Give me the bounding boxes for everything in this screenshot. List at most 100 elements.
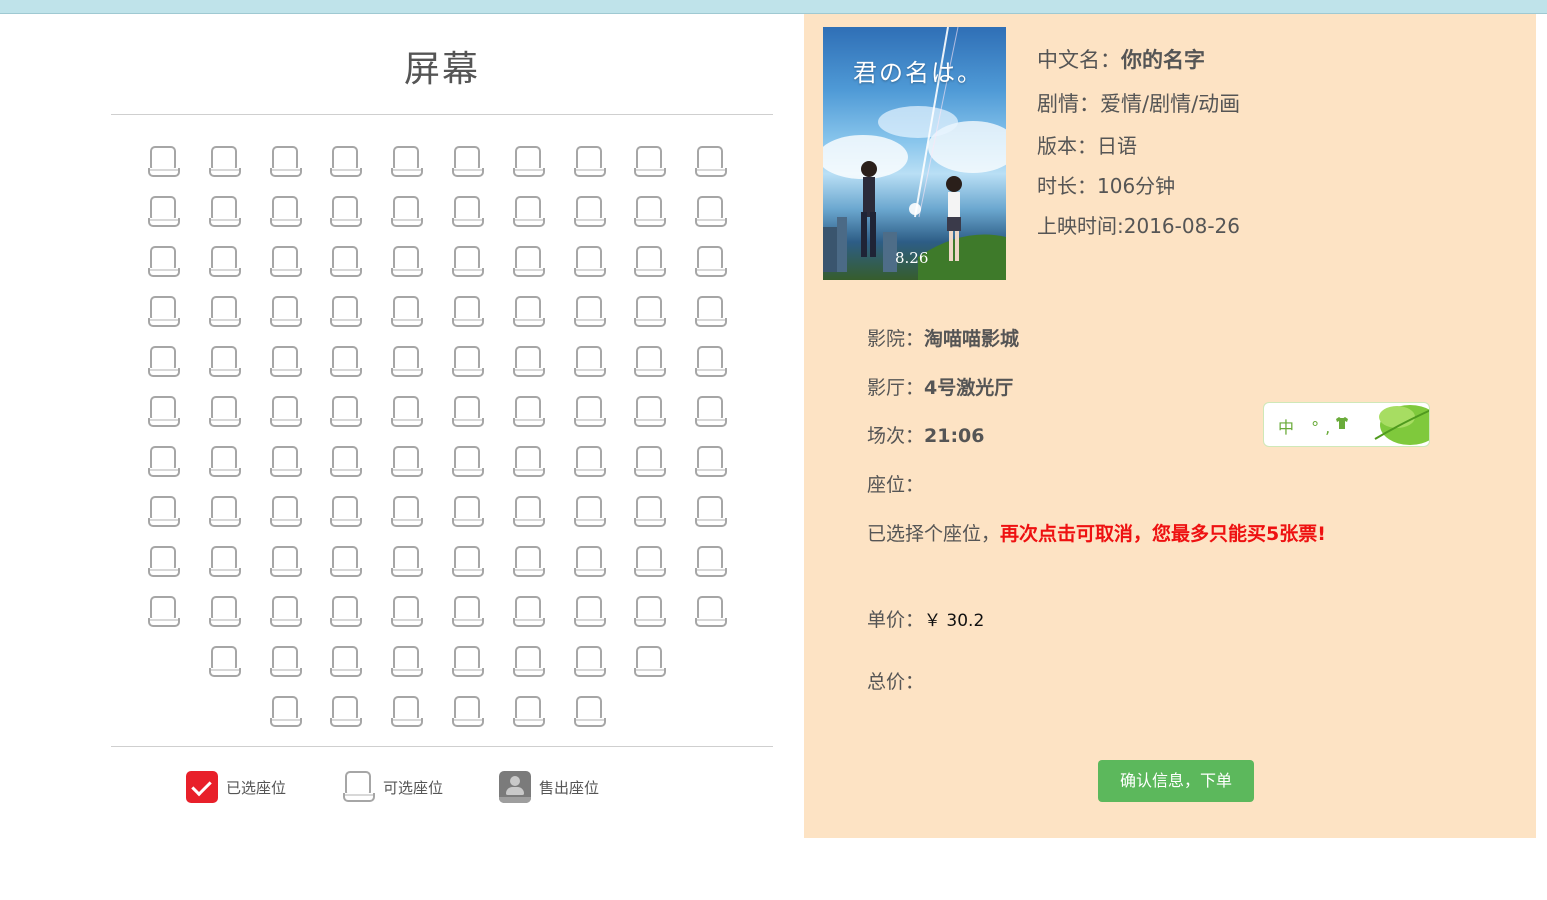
seat-r6-c9[interactable] [634, 396, 667, 428]
seat-r8-c4[interactable] [330, 496, 363, 528]
seat-r6-c7[interactable] [512, 396, 545, 428]
ime-toolbar[interactable]: 中 °, [1263, 402, 1430, 447]
seat-r10-c6[interactable] [452, 596, 484, 628]
seat-r6-c6[interactable] [452, 396, 484, 428]
seat-r6-c2[interactable] [208, 396, 241, 428]
seat-r4-c7[interactable] [512, 296, 545, 328]
seat-r9-c5[interactable] [391, 546, 424, 578]
seat-r12-c1[interactable] [269, 696, 302, 728]
seat-r11-c5[interactable] [452, 646, 484, 678]
seat-r12-c4[interactable] [452, 696, 484, 728]
seat-r1-c10[interactable] [695, 146, 728, 178]
seat-r5-c7[interactable] [512, 346, 545, 378]
seat-r11-c2[interactable] [269, 646, 302, 678]
seat-r9-c9[interactable] [634, 546, 667, 578]
seat-r6-c1[interactable] [148, 396, 180, 428]
seat-r1-c7[interactable] [512, 146, 545, 178]
seat-r9-c2[interactable] [208, 546, 241, 578]
seat-r2-c10[interactable] [695, 196, 728, 228]
seat-r4-c1[interactable] [148, 296, 180, 328]
seat-r7-c10[interactable] [695, 446, 728, 478]
seat-r11-c4[interactable] [391, 646, 424, 678]
seat-r6-c3[interactable] [269, 396, 302, 428]
seat-r2-c6[interactable] [452, 196, 484, 228]
seat-r3-c10[interactable] [695, 246, 728, 278]
seat-r1-c1[interactable] [148, 146, 180, 178]
seat-r4-c3[interactable] [269, 296, 302, 328]
seat-r4-c6[interactable] [452, 296, 484, 328]
seat-r9-c6[interactable] [452, 546, 484, 578]
seat-r3-c5[interactable] [391, 246, 424, 278]
seat-r4-c8[interactable] [573, 296, 606, 328]
seat-r8-c3[interactable] [269, 496, 302, 528]
seat-r1-c2[interactable] [208, 146, 241, 178]
seat-r3-c9[interactable] [634, 246, 667, 278]
seat-r8-c2[interactable] [208, 496, 241, 528]
seat-r9-c10[interactable] [695, 546, 728, 578]
seat-r10-c4[interactable] [330, 596, 363, 628]
seat-r1-c3[interactable] [269, 146, 302, 178]
seat-r7-c4[interactable] [330, 446, 363, 478]
seat-r2-c4[interactable] [330, 196, 363, 228]
seat-r12-c5[interactable] [512, 696, 545, 728]
seat-r3-c8[interactable] [573, 246, 606, 278]
seat-r2-c3[interactable] [269, 196, 302, 228]
seat-r4-c5[interactable] [391, 296, 424, 328]
seat-r11-c8[interactable] [634, 646, 667, 678]
seat-r7-c6[interactable] [452, 446, 484, 478]
seat-r12-c2[interactable] [330, 696, 363, 728]
seat-r3-c6[interactable] [452, 246, 484, 278]
seat-r3-c7[interactable] [512, 246, 545, 278]
seat-r10-c5[interactable] [391, 596, 424, 628]
seat-r1-c4[interactable] [330, 146, 363, 178]
seat-r3-c1[interactable] [148, 246, 180, 278]
confirm-order-button[interactable]: 确认信息，下单 [1098, 760, 1254, 802]
seat-r2-c5[interactable] [391, 196, 424, 228]
seat-r12-c6[interactable] [573, 696, 606, 728]
seat-r5-c4[interactable] [330, 346, 363, 378]
seat-r5-c5[interactable] [391, 346, 424, 378]
seat-r5-c2[interactable] [208, 346, 241, 378]
seat-r11-c6[interactable] [512, 646, 545, 678]
seat-r5-c1[interactable] [148, 346, 180, 378]
seat-r4-c9[interactable] [634, 296, 667, 328]
seat-r2-c8[interactable] [573, 196, 606, 228]
seat-r2-c7[interactable] [512, 196, 545, 228]
seat-r11-c1[interactable] [208, 646, 241, 678]
seat-r10-c2[interactable] [208, 596, 241, 628]
seat-r4-c2[interactable] [208, 296, 241, 328]
seat-r6-c10[interactable] [695, 396, 728, 428]
seat-r11-c7[interactable] [573, 646, 606, 678]
seat-r8-c5[interactable] [391, 496, 424, 528]
seat-r5-c6[interactable] [452, 346, 484, 378]
seat-r8-c9[interactable] [634, 496, 667, 528]
seat-r10-c10[interactable] [695, 596, 728, 628]
seat-r5-c3[interactable] [269, 346, 302, 378]
seat-r1-c6[interactable] [452, 146, 484, 178]
seat-r9-c4[interactable] [330, 546, 363, 578]
seat-r7-c3[interactable] [269, 446, 302, 478]
seat-r3-c2[interactable] [208, 246, 241, 278]
seat-r9-c8[interactable] [573, 546, 606, 578]
seat-r1-c5[interactable] [391, 146, 424, 178]
seat-r8-c1[interactable] [148, 496, 180, 528]
seat-r8-c7[interactable] [512, 496, 545, 528]
seat-r2-c9[interactable] [634, 196, 667, 228]
seat-r9-c7[interactable] [512, 546, 545, 578]
seat-r12-c3[interactable] [391, 696, 424, 728]
seat-r10-c8[interactable] [573, 596, 606, 628]
seat-r4-c10[interactable] [695, 296, 728, 328]
seat-r7-c8[interactable] [573, 446, 606, 478]
seat-r10-c3[interactable] [269, 596, 302, 628]
seat-r1-c8[interactable] [573, 146, 606, 178]
seat-r7-c5[interactable] [391, 446, 424, 478]
shirt-icon[interactable] [1334, 415, 1350, 431]
seat-r5-c8[interactable] [573, 346, 606, 378]
seat-r5-c9[interactable] [634, 346, 667, 378]
seat-r1-c9[interactable] [634, 146, 667, 178]
seat-r2-c2[interactable] [208, 196, 241, 228]
seat-r9-c1[interactable] [148, 546, 180, 578]
seat-r10-c7[interactable] [512, 596, 545, 628]
seat-r9-c3[interactable] [269, 546, 302, 578]
seat-r7-c1[interactable] [148, 446, 180, 478]
